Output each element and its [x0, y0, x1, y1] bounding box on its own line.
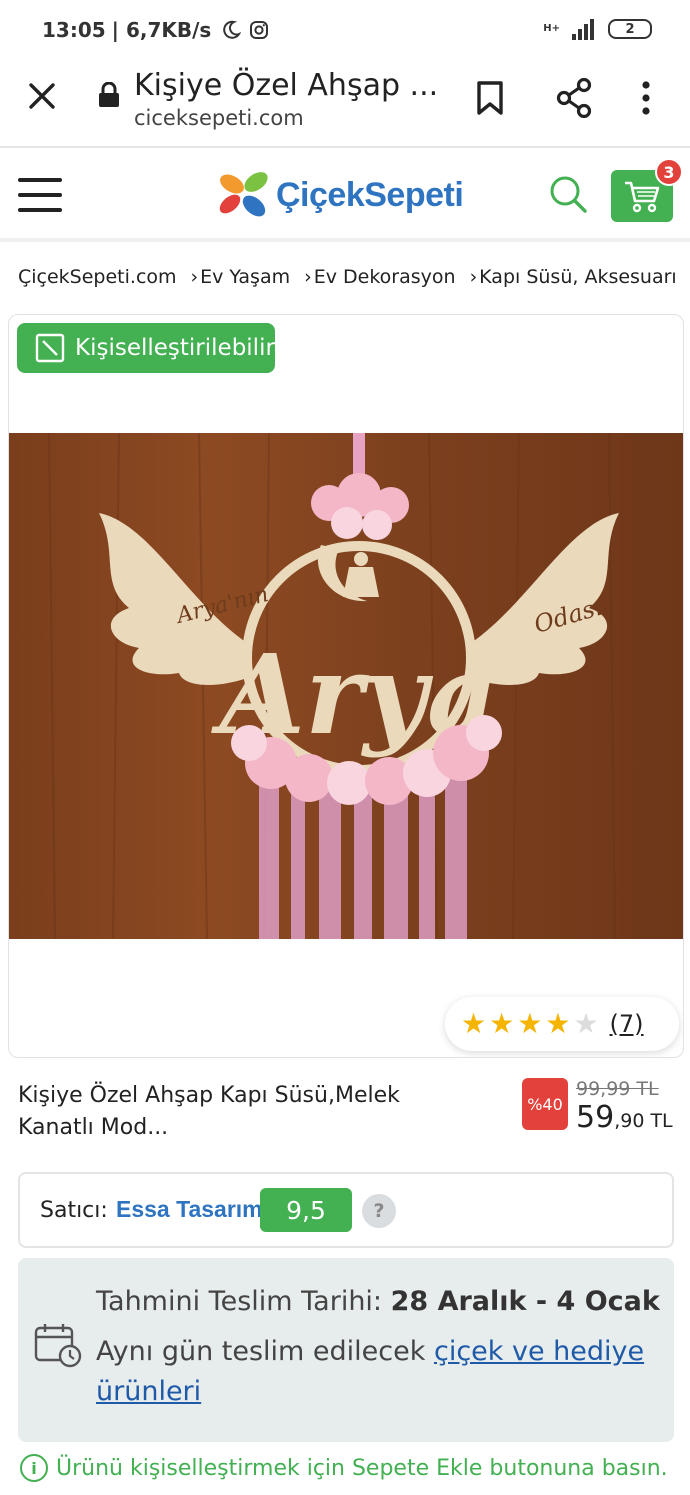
chevron-right-icon: › [469, 266, 478, 288]
star-icon: ★ [545, 1007, 571, 1040]
seller-box: Satıcı: Essa Tasarım 9,5 ? [18, 1172, 674, 1248]
instagram-icon [250, 21, 269, 39]
logo[interactable]: ÇiçekSepeti [216, 168, 464, 222]
delivery-date: 28 Aralık - 4 Ocak [390, 1286, 660, 1317]
share-icon[interactable] [556, 78, 592, 118]
star-icon: ★ [461, 1007, 487, 1040]
network-type: H+ [543, 23, 560, 34]
signal-icon [572, 19, 594, 40]
breadcrumb: ÇiçekSepeti.com › Ev Yaşam › Ev Dekorasyon… [18, 266, 677, 288]
personalize-info-text: Ürünü kişiselleştirmek için Sepete Ekle … [56, 1455, 668, 1481]
logo-text: ÇiçekSepeti [276, 175, 464, 214]
product-title: Kişiye Özel Ahşap Kapı Süsü,Melek Kanatl… [18, 1083, 400, 1140]
cart-button[interactable]: 3 [611, 158, 683, 222]
calendar-icon [34, 1324, 82, 1368]
price-fraction: ,90 TL [614, 1110, 673, 1132]
cart-icon [625, 181, 660, 213]
bookmark-icon[interactable] [475, 80, 505, 116]
info-icon: i [20, 1454, 48, 1482]
search-icon[interactable] [548, 174, 588, 214]
logo-flower-icon [219, 172, 268, 217]
breadcrumb-item-home[interactable]: ÇiçekSepeti.com [18, 266, 177, 288]
discount-badge: %40 [522, 1078, 568, 1130]
price-whole: 59 [576, 1100, 615, 1135]
close-icon[interactable] [26, 80, 58, 112]
breadcrumb-label: Kapı Süsü, Aksesuarı [479, 266, 677, 288]
site-header: ÇiçekSepeti 3 [0, 150, 690, 242]
chevron-right-icon: › [190, 266, 199, 288]
menu-icon[interactable] [18, 178, 62, 212]
delivery-estimate: Tahmini Teslim Tarihi: 28 Aralık - 4 Oca… [96, 1286, 660, 1317]
page-title[interactable]: Kişiye Özel Ahşap ... [134, 68, 438, 103]
personalize-info: i Ürünü kişiselleştirmek için Sepete Ekl… [20, 1454, 668, 1482]
seller-name-link[interactable]: Essa Tasarım [116, 1196, 263, 1223]
personalizable-label: Kişiselleştirilebilir [75, 335, 275, 361]
delivery-label: Tahmini Teslim Tarihi: [96, 1286, 383, 1317]
rating-pill[interactable]: ★ ★ ★ ★ ★ (7) [445, 997, 679, 1051]
star-icon: ★ [489, 1007, 515, 1040]
chevron-right-icon: › [304, 266, 312, 288]
seller-label: Satıcı: [40, 1198, 108, 1223]
star-empty-icon: ★ [573, 1007, 599, 1040]
help-icon[interactable]: ? [362, 1194, 396, 1228]
product-card: Kişiselleştirilebilir Arya'nın Arya Odas… [8, 314, 684, 1058]
breadcrumb-item-kapi-susu[interactable]: › Kapı Süsü, Aksesuarı [470, 266, 677, 288]
breadcrumb-label: Ev Yaşam [200, 266, 291, 288]
same-day-note: Aynı gün teslim edilecek çiçek ve hediye… [96, 1332, 656, 1412]
lock-icon [99, 82, 119, 107]
cart-count-badge: 3 [655, 158, 683, 186]
old-price: 99,99 TL [576, 1078, 659, 1100]
current-price: 59,90 TL [576, 1100, 673, 1135]
status-time: 13:05 [42, 18, 106, 42]
browser-bar: Kişiye Özel Ahşap ... ciceksepeti.com [0, 60, 690, 148]
product-image[interactable]: Arya'nın Arya Odası [9, 433, 684, 939]
breadcrumb-label: Ev Dekorasyon [313, 266, 456, 288]
delivery-box: Tahmini Teslim Tarihi: 28 Aralık - 4 Oca… [18, 1258, 674, 1442]
same-day-text: Aynı gün teslim edilecek [96, 1336, 426, 1367]
seller-score-badge: 9,5 [260, 1188, 352, 1232]
more-icon[interactable] [640, 80, 652, 116]
battery-icon: 2 [608, 19, 652, 39]
personalizable-badge[interactable]: Kişiselleştirilebilir [17, 323, 275, 373]
moon-icon [223, 20, 242, 39]
star-icon: ★ [517, 1007, 543, 1040]
review-count[interactable]: (7) [610, 1010, 644, 1038]
status-speed: | 6,7KB/s [111, 18, 212, 42]
status-bar: 13:05 | 6,7KB/s H+ 2 [0, 0, 690, 60]
breadcrumb-item-ev-dekorasyon[interactable]: › Ev Dekorasyon [304, 266, 455, 288]
breadcrumb-item-ev-yasam[interactable]: › Ev Yaşam [191, 266, 291, 288]
url-domain[interactable]: ciceksepeti.com [134, 106, 304, 130]
edit-icon [35, 333, 65, 363]
